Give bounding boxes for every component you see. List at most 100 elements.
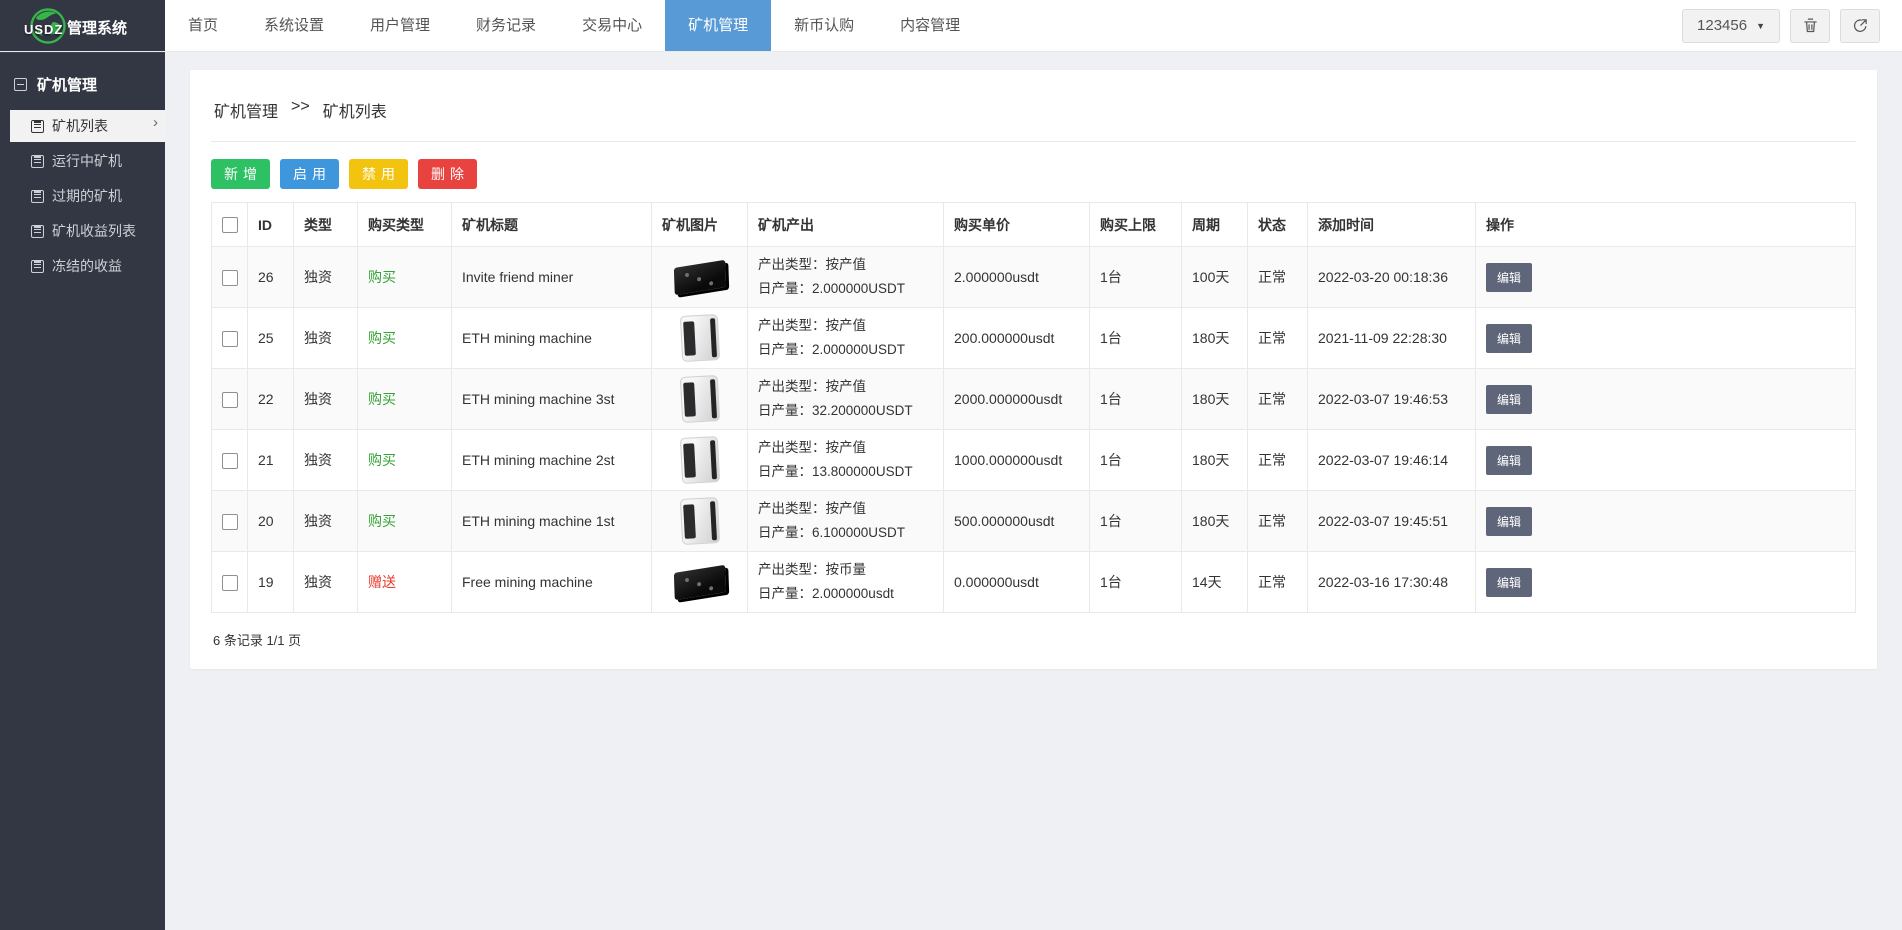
cell-type: 独资	[293, 429, 358, 491]
sidebar-menu: 矿机列表 › 运行中矿机 › 过期的矿机 › 矿机收益列表 › 冻结的收益	[0, 110, 165, 282]
list-icon	[31, 154, 44, 168]
chevron-right-icon: ›	[153, 114, 158, 131]
output-type: 产出类型：按币量	[758, 562, 866, 578]
nav-item-user-management[interactable]: 用户管理	[347, 0, 453, 51]
header-image: 矿机图片	[651, 202, 748, 247]
nav-item-miner-management[interactable]: 矿机管理	[665, 0, 772, 51]
miner-image	[662, 556, 737, 608]
cell-type: 独资	[293, 368, 358, 430]
toolbar: 新增 启用 禁用 删除	[211, 159, 1856, 189]
user-menu-button[interactable]: 123456 ▼	[1682, 8, 1780, 43]
sidebar-item-miner-list[interactable]: 矿机列表 ›	[10, 110, 165, 142]
sidebar-item-label: 冻结的收益	[52, 258, 122, 274]
row-checkbox[interactable]	[221, 330, 238, 347]
top-bar-actions: 123456 ▼	[1682, 0, 1902, 51]
cell-actions: 编辑	[1475, 429, 1856, 491]
user-menu-label: 123456	[1697, 17, 1748, 34]
cell-price: 200.000000usdt	[943, 307, 1090, 369]
add-button[interactable]: 新增	[211, 159, 270, 189]
table-row: 26 独资 购买 Invite friend miner 产出类型：按产值 日产…	[211, 246, 1856, 308]
cell-price: 2.000000usdt	[943, 246, 1090, 308]
cell-period: 180天	[1181, 490, 1248, 552]
select-all-cell	[211, 202, 248, 247]
table-row: 25 独资 购买 ETH mining machine 产出类型：按产值 日产量…	[211, 307, 1856, 369]
nav-item-system-settings[interactable]: 系统设置	[241, 0, 347, 51]
cell-actions: 编辑	[1475, 551, 1856, 613]
cell-title: Free mining machine	[451, 551, 652, 613]
cell-buy-type: 赠送	[357, 551, 452, 613]
top-nav: 首页 系统设置 用户管理 财务记录 交易中心 矿机管理 新币认购 内容管理	[165, 0, 1682, 51]
cell-buy-type: 购买	[357, 490, 452, 552]
output-daily: 日产量：2.000000USDT	[758, 281, 906, 296]
cell-status: 正常	[1247, 551, 1308, 613]
row-checkbox[interactable]	[221, 391, 238, 408]
app-logo: USDZ 管理系统	[0, 0, 165, 51]
cell-added: 2021-11-09 22:28:30	[1307, 307, 1476, 369]
sidebar-item-miner-income-list[interactable]: 矿机收益列表 ›	[0, 215, 165, 247]
sidebar-section-miner-management[interactable]: 矿机管理	[0, 74, 165, 95]
cell-actions: 编辑	[1475, 246, 1856, 308]
miner-image	[662, 495, 737, 547]
row-checkbox[interactable]	[221, 513, 238, 530]
sidebar-item-frozen-income[interactable]: 冻结的收益 ›	[0, 250, 165, 282]
edit-button[interactable]: 编辑	[1486, 445, 1533, 475]
sidebar-item-expired-miners[interactable]: 过期的矿机 ›	[0, 180, 165, 212]
cell-type: 独资	[293, 490, 358, 552]
cell-status: 正常	[1247, 429, 1308, 491]
nav-item-new-coin[interactable]: 新币认购	[771, 0, 877, 51]
header-id: ID	[247, 202, 294, 247]
cell-actions: 编辑	[1475, 490, 1856, 552]
nav-item-content-management[interactable]: 内容管理	[877, 0, 983, 51]
edit-button[interactable]: 编辑	[1486, 567, 1533, 597]
output-type: 产出类型：按产值	[758, 257, 866, 273]
sidebar: 矿机管理 矿机列表 › 运行中矿机 › 过期的矿机 › 矿机收益列表 ›	[0, 52, 165, 930]
cell-period: 180天	[1181, 368, 1248, 430]
delete-button[interactable]: 删除	[418, 159, 477, 189]
cell-limit: 1台	[1089, 368, 1182, 430]
clear-trash-button[interactable]	[1790, 8, 1830, 43]
header-output: 矿机产出	[747, 202, 944, 247]
row-checkbox[interactable]	[221, 574, 238, 591]
cell-id: 25	[247, 307, 294, 369]
output-type: 产出类型：按产值	[758, 440, 866, 456]
edit-button[interactable]: 编辑	[1486, 262, 1533, 292]
cell-actions: 编辑	[1475, 368, 1856, 430]
nav-item-home[interactable]: 首页	[165, 0, 241, 51]
cell-added: 2022-03-20 00:18:36	[1307, 246, 1476, 308]
table-header-row: ID 类型 购买类型 矿机标题 矿机图片 矿机产出 购买单价 购买上限 周期 状…	[211, 202, 1856, 247]
row-checkbox[interactable]	[221, 269, 238, 286]
cell-price: 1000.000000usdt	[943, 429, 1090, 491]
list-icon	[31, 189, 44, 203]
edit-button[interactable]: 编辑	[1486, 323, 1533, 353]
miner-image	[662, 434, 737, 486]
cell-status: 正常	[1247, 368, 1308, 430]
miner-image	[662, 251, 737, 303]
cell-buy-type: 购买	[357, 307, 452, 369]
logout-button[interactable]	[1840, 8, 1880, 43]
edit-button[interactable]: 编辑	[1486, 384, 1533, 414]
nav-item-finance-records[interactable]: 财务记录	[453, 0, 559, 51]
cell-output: 产出类型：按产值 日产量：13.800000USDT	[747, 429, 944, 491]
cell-period: 180天	[1181, 307, 1248, 369]
row-checkbox[interactable]	[221, 452, 238, 469]
edit-button[interactable]: 编辑	[1486, 506, 1533, 536]
collapse-minus-icon	[14, 78, 27, 91]
cell-title: ETH mining machine 1st	[451, 490, 652, 552]
header-period: 周期	[1181, 202, 1248, 247]
miner-image	[662, 312, 737, 364]
enable-button[interactable]: 启用	[280, 159, 339, 189]
output-type: 产出类型：按产值	[758, 501, 866, 517]
nav-item-trade-center[interactable]: 交易中心	[559, 0, 665, 51]
sidebar-item-running-miners[interactable]: 运行中矿机 ›	[0, 145, 165, 177]
content-area: 矿机管理 >> 矿机列表 新增 启用 禁用 删除 ID 类型 购买类型 矿机标题…	[165, 52, 1902, 930]
output-daily: 日产量：2.000000usdt	[758, 586, 894, 601]
header-price: 购买单价	[943, 202, 1090, 247]
cell-title: ETH mining machine	[451, 307, 652, 369]
cell-type: 独资	[293, 246, 358, 308]
select-all-checkbox[interactable]	[221, 217, 238, 234]
table-row: 21 独资 购买 ETH mining machine 2st 产出类型：按产值…	[211, 429, 1856, 491]
cell-title: ETH mining machine 3st	[451, 368, 652, 430]
disable-button[interactable]: 禁用	[349, 159, 408, 189]
breadcrumb: 矿机管理 >> 矿机列表	[211, 91, 1856, 142]
cell-buy-type: 购买	[357, 246, 452, 308]
